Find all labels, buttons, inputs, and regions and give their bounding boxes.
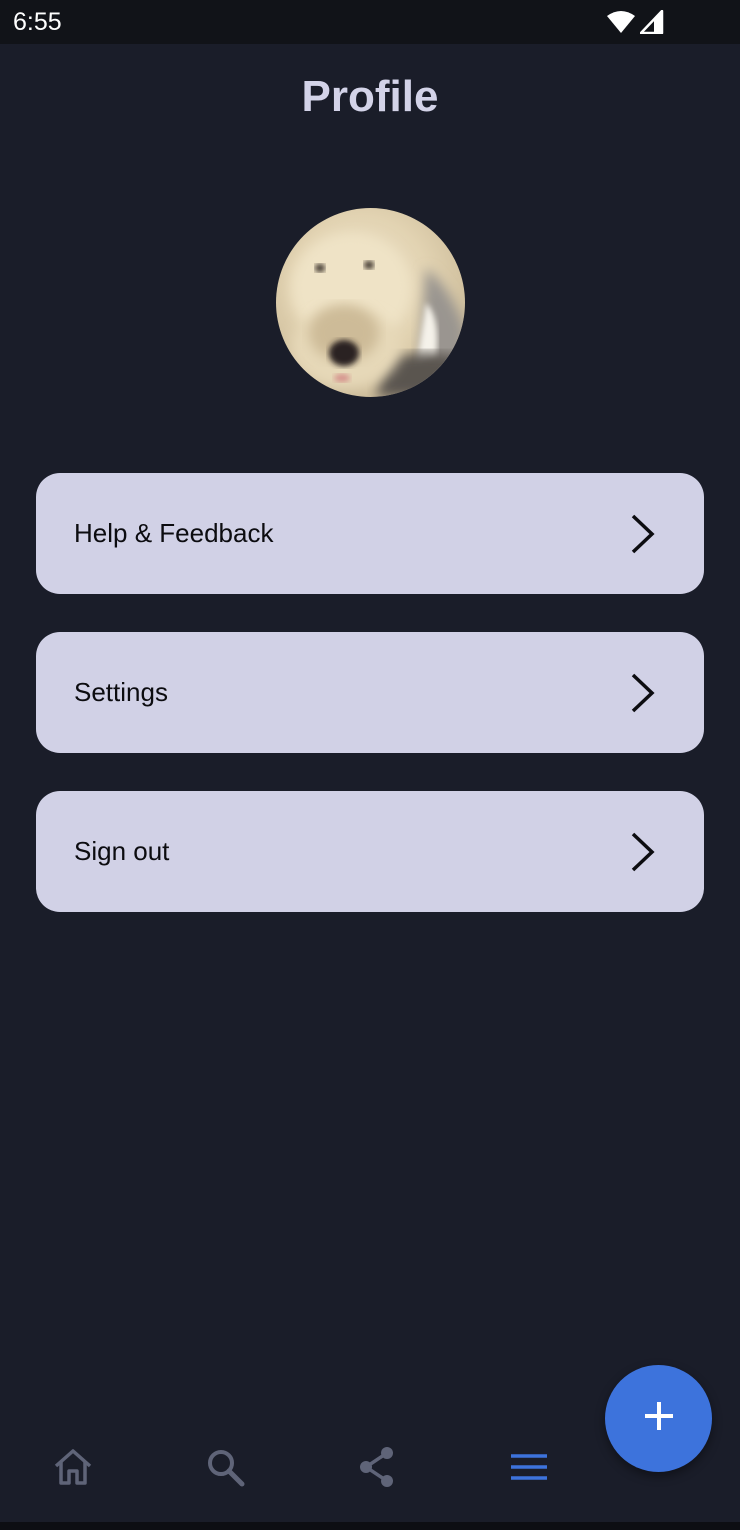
status-time: 6:55 [13,8,62,36]
profile-screen: 6:55 Profile Help & Feedback Settings Si… [0,0,740,1530]
avatar[interactable] [276,208,465,397]
chevron-right-icon [630,832,656,872]
dog-photo-avatar [276,208,465,397]
menu-item-sign-out[interactable]: Sign out [36,791,704,912]
menu-item-help-feedback[interactable]: Help & Feedback [36,473,704,594]
status-bar: 6:55 [0,0,740,44]
bottom-nav [0,1425,740,1520]
menu-icon [509,1452,549,1487]
status-icons [606,9,664,39]
nav-home[interactable] [49,1445,97,1493]
search-icon [205,1447,245,1492]
menu-item-label: Sign out [74,836,170,866]
nav-search[interactable] [201,1445,249,1493]
menu-item-label: Settings [74,677,168,707]
wifi-icon [606,10,636,39]
chevron-right-icon [630,673,656,713]
share-icon [357,1446,397,1493]
cellular-signal-icon [639,9,664,39]
menu-item-settings[interactable]: Settings [36,632,704,753]
nav-menu[interactable] [505,1445,553,1493]
nav-share[interactable] [353,1445,401,1493]
page-title: Profile [301,72,439,121]
chevron-right-icon [630,514,656,554]
menu-item-label: Help & Feedback [74,518,274,548]
home-icon [52,1447,94,1492]
system-nav-edge [0,1522,740,1530]
